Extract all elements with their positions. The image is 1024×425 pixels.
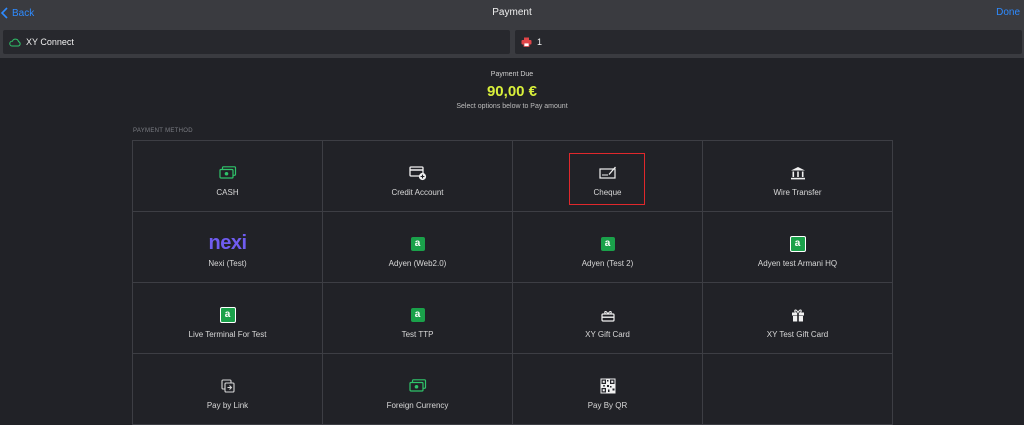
- adyen-icon: a: [410, 236, 425, 252]
- printer-count: 1: [537, 37, 543, 47]
- method-label: Adyen (Web2.0): [388, 259, 447, 268]
- method-cash[interactable]: CASH: [133, 141, 323, 212]
- method-credit-account[interactable]: Credit Account: [323, 141, 513, 212]
- adyen-icon: a: [219, 307, 236, 323]
- printer-status[interactable]: 1: [515, 30, 1022, 54]
- method-label: Live Terminal For Test: [188, 330, 267, 339]
- cash-icon: [408, 378, 427, 394]
- method-test-gift-card[interactable]: XY Test Gift Card: [703, 283, 893, 354]
- method-cheque[interactable]: Cheque: [513, 141, 703, 212]
- connection-label: XY Connect: [26, 37, 74, 47]
- payment-due-label: Payment Due: [490, 71, 534, 78]
- method-label: Cheque: [593, 188, 622, 197]
- method-nexi[interactable]: nexi Nexi (Test): [133, 212, 323, 283]
- method-label: XY Test Gift Card: [766, 330, 829, 339]
- method-adyen-armani[interactable]: a Adyen test Armani HQ: [703, 212, 893, 283]
- method-pay-by-qr[interactable]: Pay By QR: [513, 354, 703, 425]
- adyen-badge: a: [789, 236, 806, 252]
- method-wire-transfer[interactable]: Wire Transfer: [703, 141, 893, 212]
- nexi-logo-text: nexi: [208, 232, 247, 254]
- method-label: Test TTP: [401, 330, 434, 339]
- method-live-terminal[interactable]: a Live Terminal For Test: [133, 283, 323, 354]
- bank-icon: [790, 165, 806, 181]
- method-label: Nexi (Test): [208, 259, 247, 268]
- method-label: Credit Account: [391, 188, 444, 197]
- method-label: Pay By QR: [587, 401, 628, 410]
- page-title: Payment: [492, 7, 532, 18]
- method-label: XY Gift Card: [585, 330, 630, 339]
- method-label: Pay by Link: [206, 401, 249, 410]
- method-label: CASH: [216, 188, 239, 197]
- adyen-badge: a: [410, 237, 425, 251]
- method-adyen-test-2[interactable]: a Adyen (Test 2): [513, 212, 703, 283]
- method-adyen-web[interactable]: a Adyen (Web2.0): [323, 212, 513, 283]
- adyen-icon: a: [410, 307, 425, 323]
- method-foreign-currency[interactable]: Foreign Currency: [323, 354, 513, 425]
- payment-hint: Select options below to Pay amount: [456, 103, 568, 110]
- adyen-badge: a: [219, 307, 236, 323]
- gift-icon: [791, 307, 805, 323]
- cash-icon: [218, 165, 237, 181]
- adyen-icon: a: [789, 236, 806, 252]
- adyen-icon: a: [600, 236, 615, 252]
- adyen-badge: a: [600, 237, 615, 251]
- gift-card-icon: [600, 307, 615, 323]
- done-button[interactable]: Done: [996, 7, 1020, 18]
- method-test-ttp[interactable]: a Test TTP: [323, 283, 513, 354]
- method-label: Adyen test Armani HQ: [757, 259, 838, 268]
- method-empty-slot: [703, 354, 893, 425]
- qr-code-icon: [600, 378, 616, 394]
- printer-icon: [521, 37, 532, 47]
- payment-method-grid: CASH Credit Account Cheque Wire Transfer…: [132, 140, 893, 425]
- payment-method-heading: PAYMENT METHOD: [133, 128, 193, 134]
- status-bar: XY Connect 1: [0, 26, 1024, 58]
- credit-account-icon: [408, 165, 427, 181]
- payment-due-amount: 90,00 €: [486, 83, 538, 100]
- connection-status[interactable]: XY Connect: [3, 30, 510, 54]
- nexi-logo: nexi: [208, 232, 247, 254]
- method-label: Wire Transfer: [773, 188, 822, 197]
- method-label: Foreign Currency: [386, 401, 449, 410]
- adyen-badge: a: [410, 308, 425, 322]
- cloud-icon: [9, 38, 21, 46]
- pay-by-link-icon: [220, 378, 235, 394]
- top-navigation-bar: Back Payment Done: [0, 0, 1024, 26]
- method-gift-card[interactable]: XY Gift Card: [513, 283, 703, 354]
- method-label: Adyen (Test 2): [581, 259, 634, 268]
- method-pay-by-link[interactable]: Pay by Link: [133, 354, 323, 425]
- cheque-icon: [598, 165, 617, 181]
